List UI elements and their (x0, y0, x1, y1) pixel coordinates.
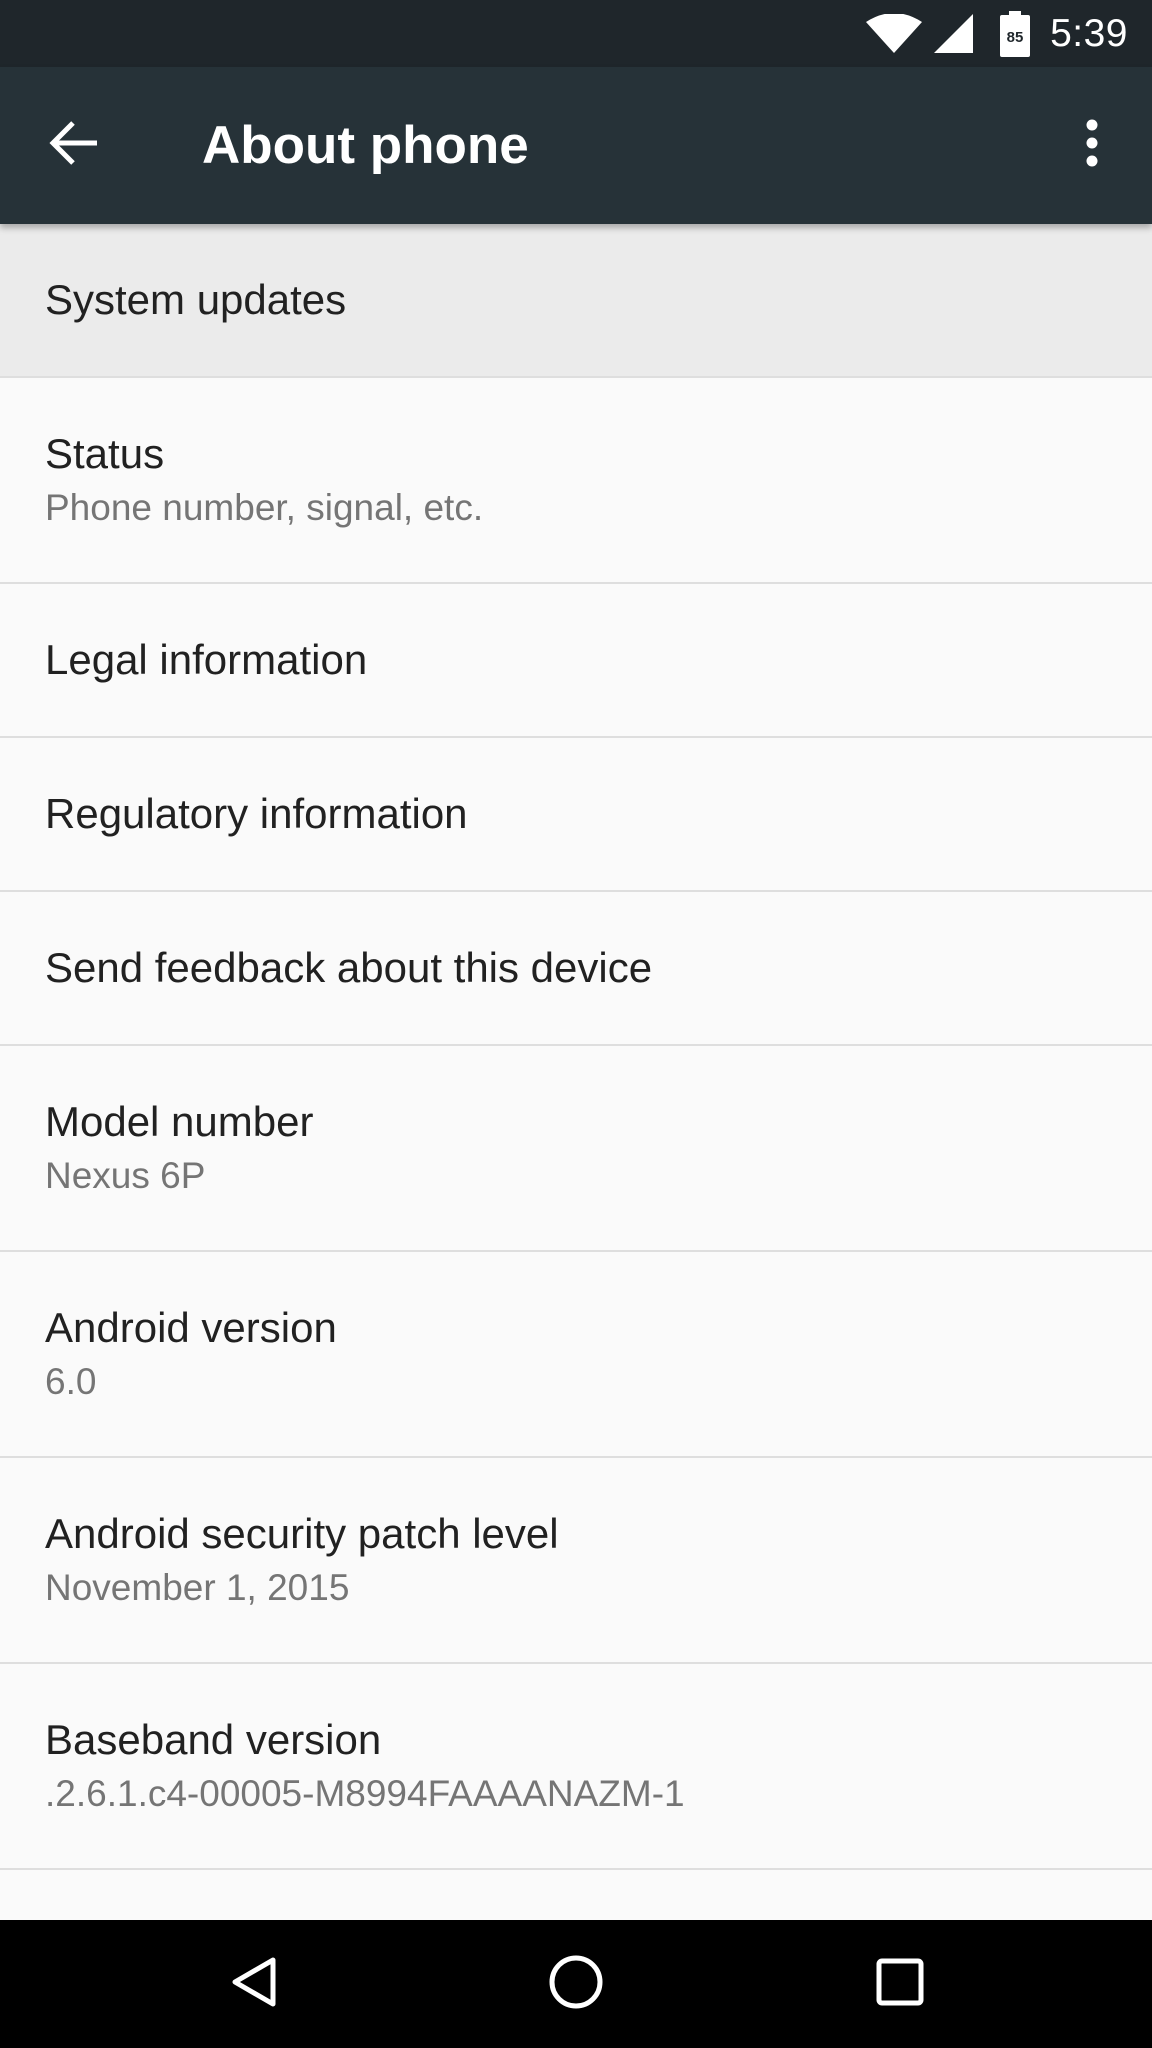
arrow-back-icon (49, 120, 99, 170)
nav-recents-button[interactable] (850, 1944, 950, 2024)
overflow-menu-button[interactable] (1052, 105, 1132, 185)
nav-back-button[interactable] (204, 1944, 304, 2024)
item-title: Android security patch level (45, 1510, 559, 1557)
cell-signal-icon (934, 13, 974, 54)
item-title: System updates (45, 276, 347, 323)
item-summary: November 1, 2015 (45, 1567, 350, 1608)
nav-home-icon (548, 1954, 604, 2015)
item-summary: Nexus 6P (45, 1155, 206, 1196)
item-title: Regulatory information (45, 790, 468, 837)
status-time: 5:39 (1050, 12, 1128, 55)
list-item-security-patch-level[interactable]: Android security patch level November 1,… (0, 1458, 1152, 1664)
item-title: Baseband version (45, 1716, 382, 1763)
list-item-baseband-version[interactable]: Baseband version .2.6.1.c4-00005-M8994FA… (0, 1664, 1152, 1870)
list-item-send-feedback[interactable]: Send feedback about this device (0, 892, 1152, 1046)
status-icons: 85 5:39 (866, 0, 1128, 67)
navigation-bar (0, 1920, 1152, 2048)
more-vert-icon (1086, 119, 1098, 172)
status-bar: 85 5:39 (0, 0, 1152, 67)
item-title: Android version (45, 1304, 337, 1351)
nav-home-button[interactable] (526, 1944, 626, 2024)
nav-recents-icon (876, 1958, 924, 2011)
item-summary: 6.0 (45, 1361, 97, 1402)
about-phone-screen: 85 5:39 About phone System updates Statu… (0, 0, 1152, 2048)
item-title: Model number (45, 1098, 314, 1145)
page-title: About phone (202, 116, 529, 175)
nav-back-icon (230, 1956, 278, 2013)
list-item-model-number[interactable]: Model number Nexus 6P (0, 1046, 1152, 1252)
list-item-android-version[interactable]: Android version 6.0 (0, 1252, 1152, 1458)
wifi-icon (866, 13, 923, 54)
list-item-system-updates[interactable]: System updates (0, 224, 1152, 378)
list-item-legal-information[interactable]: Legal information (0, 584, 1152, 738)
list-item-regulatory-information[interactable]: Regulatory information (0, 738, 1152, 892)
item-title: Send feedback about this device (45, 944, 653, 991)
item-summary: Phone number, signal, etc. (45, 487, 484, 528)
item-title: Status (45, 430, 165, 477)
battery-icon: 85 (1000, 10, 1031, 57)
list-item-status[interactable]: Status Phone number, signal, etc. (0, 378, 1152, 584)
list-item-partial[interactable] (0, 1870, 1152, 1920)
item-title: Legal information (45, 636, 368, 683)
item-summary: .2.6.1.c4-00005-M8994FAAAANAZM-1 (45, 1773, 685, 1814)
settings-list: System updates Status Phone number, sign… (0, 224, 1152, 1920)
battery-level-text: 85 (1007, 29, 1024, 46)
back-button[interactable] (34, 105, 114, 185)
app-bar: About phone (0, 67, 1152, 224)
